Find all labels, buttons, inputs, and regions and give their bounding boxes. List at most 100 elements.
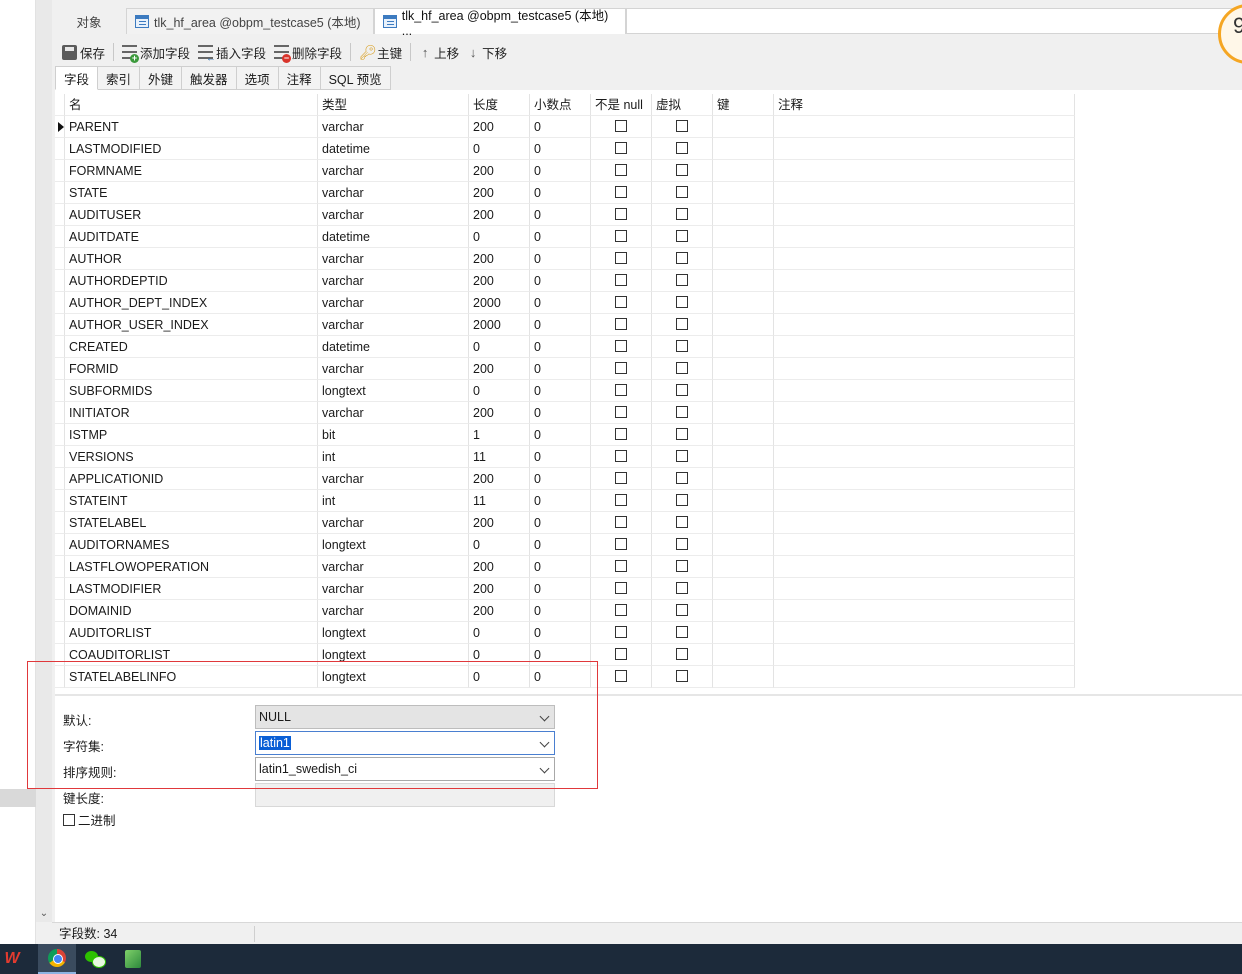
field-comment-cell[interactable] [774,358,1075,380]
insert-field-button[interactable]: 插入字段 [194,41,270,63]
column-header-name[interactable]: 名 [65,94,318,116]
field-name-cell[interactable]: AUDITUSER [65,204,318,226]
field-key-cell[interactable] [713,666,774,688]
column-header-virtual[interactable]: 虚拟 [652,94,713,116]
virtual-checkbox[interactable] [676,670,688,682]
field-type-cell[interactable]: varchar [318,314,469,336]
field-type-cell[interactable]: varchar [318,160,469,182]
table-row[interactable]: STATE varchar 200 0 [55,182,1075,204]
not-null-checkbox[interactable] [615,450,627,462]
field-type-cell[interactable]: varchar [318,468,469,490]
table-row[interactable]: CREATED datetime 0 0 [55,336,1075,358]
field-length-cell[interactable]: 2000 [469,292,530,314]
field-type-cell[interactable]: varchar [318,512,469,534]
field-length-cell[interactable]: 200 [469,248,530,270]
field-decimals-cell[interactable]: 0 [530,578,591,600]
field-name-cell[interactable]: AUDITORNAMES [65,534,318,556]
not-null-checkbox[interactable] [615,274,627,286]
table-row[interactable]: STATELABEL varchar 200 0 [55,512,1075,534]
field-comment-cell[interactable] [774,292,1075,314]
virtual-checkbox[interactable] [676,494,688,506]
virtual-checkbox[interactable] [676,362,688,374]
field-decimals-cell[interactable]: 0 [530,138,591,160]
virtual-checkbox[interactable] [676,516,688,528]
field-length-cell[interactable]: 0 [469,138,530,160]
table-row[interactable]: SUBFORMIDS longtext 0 0 [55,380,1075,402]
virtual-checkbox[interactable] [676,142,688,154]
field-name-cell[interactable]: DOMAINID [65,600,318,622]
field-type-cell[interactable]: varchar [318,402,469,424]
field-length-cell[interactable]: 0 [469,622,530,644]
not-null-checkbox[interactable] [615,538,627,550]
field-decimals-cell[interactable]: 0 [530,160,591,182]
virtual-checkbox[interactable] [676,340,688,352]
table-row[interactable]: AUTHOR_DEPT_INDEX varchar 2000 0 [55,292,1075,314]
charset-select[interactable]: latin1 [255,731,555,755]
table-row[interactable]: ISTMP bit 1 0 [55,424,1075,446]
virtual-checkbox[interactable] [676,318,688,330]
field-decimals-cell[interactable]: 0 [530,622,591,644]
field-length-cell[interactable]: 2000 [469,314,530,336]
collation-select[interactable]: latin1_swedish_ci [255,757,555,781]
field-key-cell[interactable] [713,512,774,534]
field-key-cell[interactable] [713,578,774,600]
field-type-cell[interactable]: varchar [318,358,469,380]
field-length-cell[interactable]: 0 [469,534,530,556]
not-null-checkbox[interactable] [615,604,627,616]
virtual-checkbox[interactable] [676,428,688,440]
field-type-cell[interactable]: int [318,446,469,468]
field-name-cell[interactable]: AUDITDATE [65,226,318,248]
field-name-cell[interactable]: STATELABEL [65,512,318,534]
field-key-cell[interactable] [713,248,774,270]
field-type-cell[interactable]: longtext [318,534,469,556]
not-null-checkbox[interactable] [615,252,627,264]
save-button[interactable]: 保存 [58,41,109,63]
field-length-cell[interactable]: 11 [469,490,530,512]
table-row[interactable]: FORMID varchar 200 0 [55,358,1075,380]
field-length-cell[interactable]: 200 [469,600,530,622]
field-decimals-cell[interactable]: 0 [530,336,591,358]
virtual-checkbox[interactable] [676,406,688,418]
field-key-cell[interactable] [713,116,774,138]
primary-key-button[interactable]: 🔑︎ 主键 [355,41,406,63]
table-row[interactable]: AUDITUSER varchar 200 0 [55,204,1075,226]
field-length-cell[interactable]: 0 [469,336,530,358]
subtab-foreign-keys[interactable]: 外键 [140,66,183,90]
field-decimals-cell[interactable]: 0 [530,446,591,468]
not-null-checkbox[interactable] [615,164,627,176]
field-length-cell[interactable]: 200 [469,160,530,182]
field-name-cell[interactable]: AUTHOR [65,248,318,270]
field-length-cell[interactable]: 200 [469,402,530,424]
field-name-cell[interactable]: PARENT [65,116,318,138]
taskbar-navicat[interactable] [114,944,152,974]
field-comment-cell[interactable] [774,468,1075,490]
field-name-cell[interactable]: AUTHOR_DEPT_INDEX [65,292,318,314]
field-type-cell[interactable]: varchar [318,248,469,270]
field-key-cell[interactable] [713,292,774,314]
field-decimals-cell[interactable]: 0 [530,182,591,204]
not-null-checkbox[interactable] [615,582,627,594]
not-null-checkbox[interactable] [615,670,627,682]
field-type-cell[interactable]: longtext [318,380,469,402]
field-name-cell[interactable]: ISTMP [65,424,318,446]
virtual-checkbox[interactable] [676,560,688,572]
field-key-cell[interactable] [713,490,774,512]
field-type-cell[interactable]: varchar [318,600,469,622]
not-null-checkbox[interactable] [615,406,627,418]
field-type-cell[interactable]: varchar [318,578,469,600]
field-key-cell[interactable] [713,446,774,468]
virtual-checkbox[interactable] [676,296,688,308]
column-header-not-null[interactable]: 不是 null [591,94,652,116]
field-type-cell[interactable]: int [318,490,469,512]
field-decimals-cell[interactable]: 0 [530,270,591,292]
not-null-checkbox[interactable] [615,362,627,374]
field-decimals-cell[interactable]: 0 [530,666,591,688]
not-null-checkbox[interactable] [615,494,627,506]
not-null-checkbox[interactable] [615,626,627,638]
field-name-cell[interactable]: LASTMODIFIED [65,138,318,160]
field-comment-cell[interactable] [774,644,1075,666]
binary-checkbox[interactable] [63,813,75,826]
field-length-cell[interactable]: 1 [469,424,530,446]
table-row[interactable]: STATELABELINFO longtext 0 0 [55,666,1075,688]
table-row[interactable]: STATEINT int 11 0 [55,490,1075,512]
